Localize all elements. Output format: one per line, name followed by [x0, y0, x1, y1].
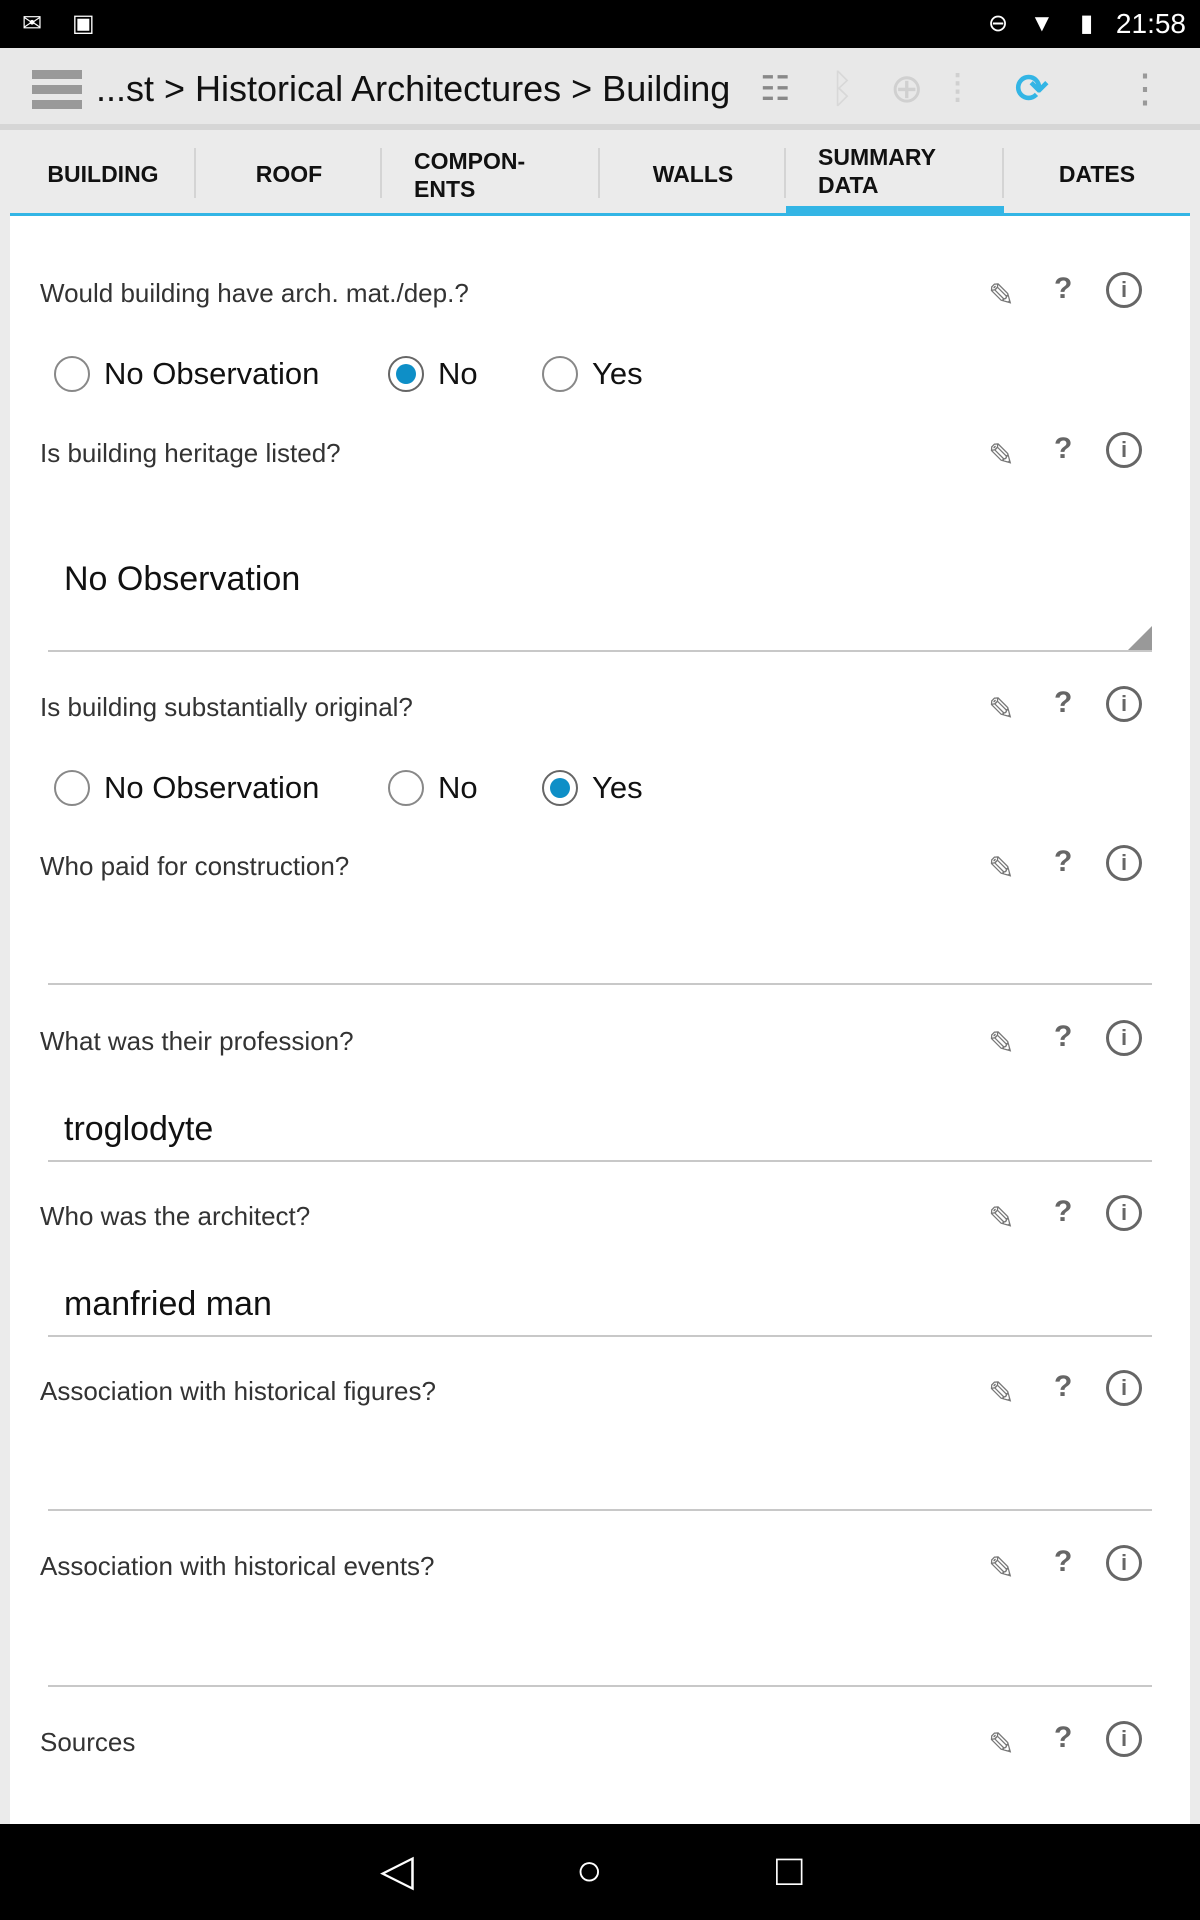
q8-label: Association with historical events?: [40, 1551, 435, 1581]
help-icon[interactable]: ?: [1054, 686, 1072, 720]
q3-radio-option[interactable]: No Observation: [54, 770, 319, 806]
battery-icon: ▮: [1080, 10, 1094, 37]
help-icon[interactable]: ?: [1054, 845, 1072, 879]
sync-list-icon[interactable]: ☷: [760, 66, 790, 112]
tab-components[interactable]: COMPON- ENTS: [382, 136, 600, 216]
radio-label: No Observation: [104, 356, 320, 391]
radio-button[interactable]: [388, 770, 424, 806]
tab-bar: BUILDING ROOF COMPON- ENTS WALLS SUMMARY…: [10, 136, 1190, 216]
breadcrumb-title: ...st > Historical Architectures > Build…: [96, 68, 731, 109]
info-icon[interactable]: i: [1106, 432, 1142, 468]
info-icon[interactable]: i: [1106, 845, 1142, 881]
help-icon[interactable]: ?: [1054, 1545, 1072, 1579]
q1-actions: ✎ ? i: [980, 272, 1160, 314]
q5-label: What was their profession?: [40, 1026, 354, 1056]
radio-label: No: [438, 356, 478, 391]
edit-pencil-icon[interactable]: ✎: [988, 1024, 1015, 1062]
q7-label: Association with historical figures?: [40, 1376, 436, 1406]
tab-walls[interactable]: WALLS: [600, 136, 786, 216]
recents-icon[interactable]: □: [776, 1846, 803, 1896]
help-icon[interactable]: ?: [1054, 272, 1072, 306]
radio-label: Yes: [592, 770, 643, 805]
radio-label: Yes: [592, 356, 643, 391]
help-icon[interactable]: ?: [1054, 432, 1072, 466]
resize-handle-icon[interactable]: [1128, 626, 1152, 650]
radio-button[interactable]: [542, 356, 578, 392]
edit-pencil-icon[interactable]: ✎: [988, 276, 1015, 314]
q5-value: troglodyte: [64, 1110, 214, 1148]
q5-actions: ✎ ? i: [980, 1020, 1160, 1062]
toolbar: ...st > Historical Architectures > Build…: [0, 48, 1200, 130]
footsteps-icon[interactable]: ⁞: [952, 66, 963, 112]
q4-actions: ✎ ? i: [980, 845, 1160, 887]
q7-input[interactable]: [48, 1429, 1152, 1511]
status-bar: ✉ ▣ ⊖ ▼ ▮ 21:58: [0, 0, 1200, 48]
q1-radio-option[interactable]: No Observation: [54, 356, 319, 392]
q5-input[interactable]: [48, 1080, 1152, 1162]
tab-dates[interactable]: DATES: [1004, 136, 1190, 216]
bluetooth-icon[interactable]: ᛒ: [830, 66, 854, 112]
q8-actions: ✎ ? i: [980, 1545, 1160, 1587]
edit-pencil-icon[interactable]: ✎: [988, 1725, 1015, 1763]
edit-pencil-icon[interactable]: ✎: [988, 436, 1015, 474]
gps-icon[interactable]: ⊕: [890, 66, 924, 112]
do-not-disturb-icon: ⊖: [988, 10, 1009, 37]
q2-value: No Observation: [64, 560, 301, 598]
q3-actions: ✎ ? i: [980, 686, 1160, 728]
menu-icon[interactable]: [32, 70, 82, 109]
info-icon[interactable]: i: [1106, 686, 1142, 722]
q9-actions: ✎ ? i: [980, 1721, 1160, 1763]
q1-radio-option[interactable]: Yes: [542, 356, 643, 392]
q7-actions: ✎ ? i: [980, 1370, 1160, 1412]
q9-label: Sources: [40, 1727, 136, 1757]
q8-input[interactable]: [48, 1605, 1152, 1687]
status-time: 21:58: [1115, 8, 1186, 39]
info-icon[interactable]: i: [1106, 1545, 1142, 1581]
wifi-icon: ▼: [1030, 10, 1054, 37]
q6-value: manfried man: [64, 1285, 272, 1323]
q3-radio-option[interactable]: No: [388, 770, 478, 806]
q1-radio-option[interactable]: No: [388, 356, 478, 392]
q3-radio-option[interactable]: Yes: [542, 770, 643, 806]
tab-building[interactable]: BUILDING: [10, 136, 196, 216]
q2-label: Is building heritage listed?: [40, 438, 341, 468]
image-icon: ▣: [72, 10, 95, 37]
info-icon[interactable]: i: [1106, 1721, 1142, 1757]
tab-summary-data[interactable]: SUMMARY DATA: [786, 136, 1004, 216]
edit-pencil-icon[interactable]: ✎: [988, 849, 1015, 887]
info-icon[interactable]: i: [1106, 272, 1142, 308]
radio-button[interactable]: [54, 770, 90, 806]
help-icon[interactable]: ?: [1054, 1721, 1072, 1755]
q6-label: Who was the architect?: [40, 1201, 311, 1231]
q2-actions: ✎ ? i: [980, 432, 1160, 474]
info-icon[interactable]: i: [1106, 1020, 1142, 1056]
tab-roof[interactable]: ROOF: [196, 136, 382, 216]
home-icon[interactable]: ○: [576, 1846, 603, 1896]
radio-label: No: [438, 770, 478, 805]
edit-pencil-icon[interactable]: ✎: [988, 690, 1015, 728]
edit-pencil-icon[interactable]: ✎: [988, 1199, 1015, 1237]
q3-label: Is building substantially original?: [40, 692, 413, 722]
info-icon[interactable]: i: [1106, 1195, 1142, 1231]
edit-pencil-icon[interactable]: ✎: [988, 1549, 1015, 1587]
help-icon[interactable]: ?: [1054, 1370, 1072, 1404]
radio-label: No Observation: [104, 770, 320, 805]
sync-icon[interactable]: ⟳: [1015, 66, 1049, 112]
q4-input[interactable]: [48, 903, 1152, 985]
edit-pencil-icon[interactable]: ✎: [988, 1374, 1015, 1412]
radio-button[interactable]: [542, 770, 578, 806]
q1-label: Would building have arch. mat./dep.?: [40, 278, 469, 308]
q6-actions: ✎ ? i: [980, 1195, 1160, 1237]
info-icon[interactable]: i: [1106, 1370, 1142, 1406]
radio-button[interactable]: [54, 356, 90, 392]
help-icon[interactable]: ?: [1054, 1020, 1072, 1054]
help-icon[interactable]: ?: [1054, 1195, 1072, 1229]
q4-label: Who paid for construction?: [40, 851, 350, 881]
back-icon[interactable]: ◁: [380, 1846, 414, 1896]
radio-button[interactable]: [388, 356, 424, 392]
gmail-icon: ✉: [22, 10, 43, 37]
overflow-menu-icon[interactable]: ⋮: [1125, 66, 1165, 112]
nav-bar: ◁ ○ □: [0, 1824, 1200, 1920]
